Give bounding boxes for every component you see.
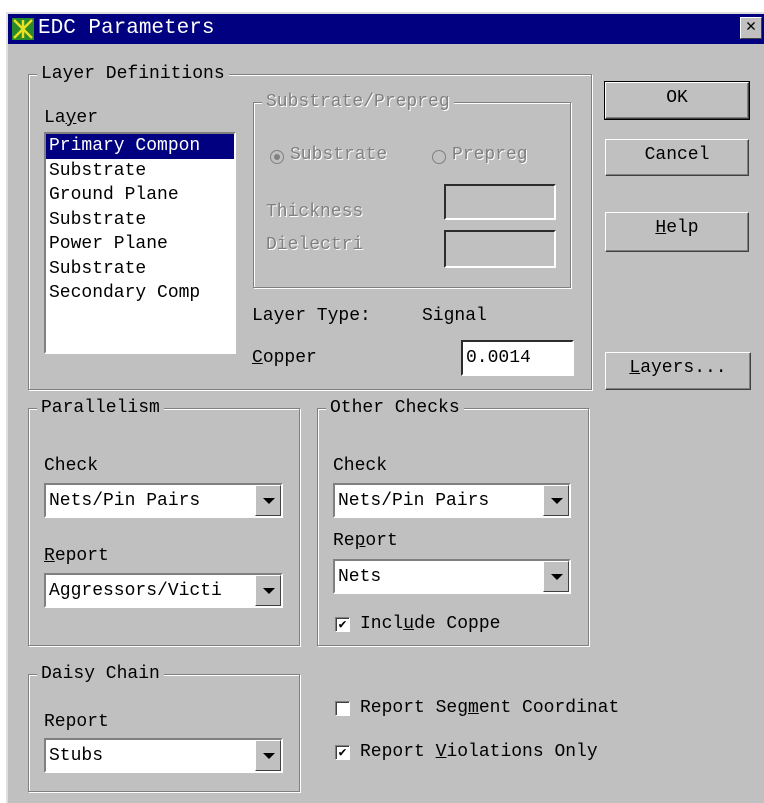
substrate-radio[interactable] — [270, 150, 284, 164]
layer-type-label: Layer Type: — [252, 306, 371, 326]
dielectric-field[interactable] — [444, 230, 556, 268]
layer-list-item[interactable]: Secondary Comp — [46, 281, 234, 306]
report-segment-checkbox[interactable] — [335, 701, 350, 716]
daisy-report-label: Report — [44, 712, 109, 732]
prepreg-radio[interactable] — [432, 150, 446, 164]
parallelism-legend: Parallelism — [37, 396, 164, 420]
other-check-dropdown[interactable]: Nets/Pin Pairs — [333, 483, 571, 518]
dropdown-arrow-icon[interactable] — [255, 575, 281, 606]
substrate-prepreg-legend: Substrate/Prepreg — [262, 90, 454, 114]
prepreg-radio-label: Prepreg — [452, 145, 528, 165]
daisy-report-value: Stubs — [49, 746, 104, 766]
parallelism-group: Parallelism — [28, 396, 300, 646]
daisy-chain-legend: Daisy Chain — [37, 662, 164, 686]
layer-list-item[interactable]: Substrate — [46, 159, 234, 184]
report-violations-checkbox[interactable]: ✔ — [335, 745, 350, 760]
report-violations-label: Report Violations Only — [360, 742, 598, 762]
dropdown-arrow-icon[interactable] — [255, 485, 281, 516]
layer-list-item[interactable]: Ground Plane — [46, 183, 234, 208]
help-button[interactable]: Help — [605, 212, 749, 252]
thickness-field[interactable] — [444, 184, 556, 220]
layer-list-item[interactable]: Substrate — [46, 257, 234, 282]
other-checks-legend: Other Checks — [326, 396, 464, 420]
layers-button[interactable]: Layers... — [605, 352, 751, 390]
check-mark-icon: ✔ — [338, 617, 347, 632]
other-checks-group: Other Checks — [317, 396, 589, 646]
parallelism-check-value: Nets/Pin Pairs — [49, 491, 201, 511]
copper-value: 0.0014 — [466, 348, 531, 368]
layer-type-value: Signal — [422, 306, 487, 326]
layer-list-item[interactable]: Substrate — [46, 208, 234, 233]
layer-list-item[interactable]: Power Plane — [46, 232, 234, 257]
layer-definitions-legend: Layer Definitions — [37, 62, 229, 86]
parallelism-report-label: Report — [44, 546, 109, 566]
other-report-label: Report — [333, 531, 398, 551]
window-title: EDC Parameters — [38, 17, 215, 40]
edc-parameters-dialog: EDC Parameters ✕ Layer Definitions Layer… — [6, 12, 764, 803]
copper-field[interactable]: 0.0014 — [461, 340, 574, 376]
dropdown-arrow-icon[interactable] — [543, 485, 569, 516]
other-report-value: Nets — [338, 567, 382, 587]
include-copper-label: Include Coppe — [360, 614, 501, 634]
other-check-value: Nets/Pin Pairs — [338, 491, 490, 511]
include-copper-checkbox[interactable]: ✔ — [335, 617, 350, 632]
thickness-label: Thickness — [266, 202, 364, 222]
edc-app-icon — [12, 18, 34, 40]
other-report-dropdown[interactable]: Nets — [333, 559, 571, 594]
layer-listbox[interactable]: Primary Compon Substrate Ground Plane Su… — [44, 132, 236, 354]
parallelism-report-dropdown[interactable]: Aggressors/Victi — [44, 573, 283, 608]
other-check-label: Check — [333, 456, 388, 476]
daisy-report-dropdown[interactable]: Stubs — [44, 738, 283, 773]
ok-button[interactable]: OK — [604, 81, 750, 120]
dielectric-label: Dielectri — [266, 235, 364, 255]
dropdown-arrow-icon[interactable] — [543, 561, 569, 592]
parallelism-report-value: Aggressors/Victi — [49, 581, 222, 601]
close-icon[interactable]: ✕ — [740, 17, 762, 39]
cancel-button[interactable]: Cancel — [605, 139, 749, 176]
parallelism-check-label: Check — [44, 456, 99, 476]
title-bar: EDC Parameters ✕ — [8, 14, 764, 44]
check-mark-icon: ✔ — [338, 745, 347, 760]
dropdown-arrow-icon[interactable] — [255, 740, 281, 771]
layer-list-item[interactable]: Primary Compon — [46, 134, 234, 159]
layer-label: Layer — [44, 108, 99, 128]
parallelism-check-dropdown[interactable]: Nets/Pin Pairs — [44, 483, 283, 518]
substrate-radio-label: Substrate — [290, 145, 388, 165]
report-segment-label: Report Segment Coordinat — [360, 698, 620, 718]
copper-label: Copper — [252, 348, 317, 368]
